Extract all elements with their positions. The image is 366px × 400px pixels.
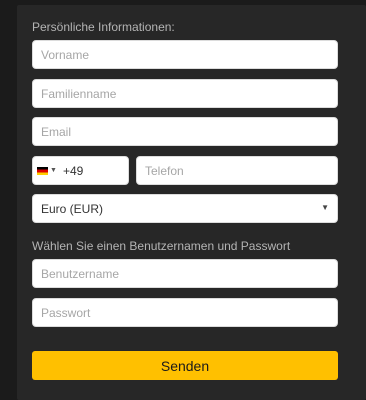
phone-field[interactable]: Telefon xyxy=(136,156,338,185)
currency-select[interactable]: Euro (EUR) ▼ xyxy=(32,194,338,223)
username-placeholder: Benutzername xyxy=(41,266,120,281)
submit-button[interactable]: Senden xyxy=(32,351,338,380)
phone-placeholder: Telefon xyxy=(145,163,184,178)
password-placeholder: Passwort xyxy=(41,305,91,320)
chevron-down-icon: ▼ xyxy=(321,203,329,212)
dial-code: +49 xyxy=(62,163,84,178)
password-field[interactable]: Passwort xyxy=(32,298,338,327)
submit-label: Senden xyxy=(160,357,210,374)
account-heading: Wählen Sie einen Benutzernamen und Passw… xyxy=(32,239,291,253)
email-field[interactable]: Email xyxy=(32,117,338,146)
firstname-placeholder: Vorname xyxy=(41,47,90,62)
personal-info-heading: Persönliche Informationen: xyxy=(32,20,175,34)
firstname-field[interactable]: Vorname xyxy=(32,40,338,69)
lastname-field[interactable]: Familienname xyxy=(32,79,338,108)
germany-flag-icon xyxy=(37,166,48,175)
username-field[interactable]: Benutzername xyxy=(32,259,338,288)
email-placeholder: Email xyxy=(41,124,72,139)
currency-selected: Euro (EUR) xyxy=(41,201,104,216)
chevron-down-icon: ▼ xyxy=(50,167,57,174)
phone-country-select[interactable]: ▼ +49 xyxy=(32,156,129,185)
lastname-placeholder: Familienname xyxy=(41,86,117,101)
